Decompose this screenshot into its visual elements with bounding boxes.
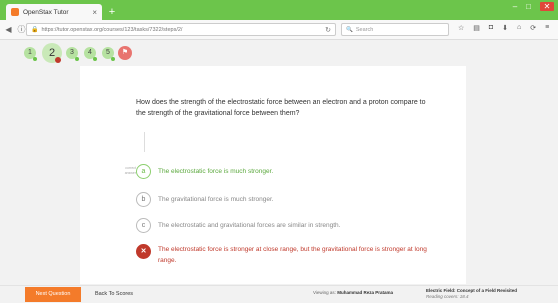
incorrect-x-icon: ✕ (136, 244, 151, 259)
answer-letter-c: c (136, 218, 151, 233)
reading-coverage: Reading covers: 18.4 (426, 294, 469, 299)
step-complete-dot (75, 57, 79, 61)
step-complete-dot (93, 57, 97, 61)
info-icon[interactable]: ⓘ (17, 24, 26, 35)
back-to-scores-button[interactable]: Back To Scores (86, 287, 142, 302)
menu-icon[interactable]: ≡ (545, 24, 549, 32)
step-incorrect-dot (55, 57, 61, 63)
answer-option-c[interactable]: c The electrostatic and gravitational fo… (136, 218, 436, 233)
reload-icon[interactable]: ↻ (325, 26, 331, 34)
close-window-button[interactable]: ✕ (540, 2, 554, 11)
answer-text: The electrostatic force is much stronger… (158, 168, 274, 175)
search-placeholder: Search (355, 26, 374, 33)
browser-tab[interactable]: OpenStax Tutor × (6, 4, 102, 20)
answer-text: The electrostatic and gravitational forc… (158, 222, 341, 229)
answer-text: The electrostatic force is stronger at c… (158, 246, 427, 264)
minimize-button[interactable]: – (513, 2, 517, 11)
back-arrow-icon[interactable]: ◀ (4, 25, 13, 34)
openstax-favicon-icon (11, 8, 19, 16)
address-bar[interactable]: 🔒 https://tutor.openstax.org/courses/123… (26, 23, 336, 36)
browser-toolbar: ◀ ⓘ 🔒 https://tutor.openstax.org/courses… (0, 20, 558, 40)
close-tab-icon[interactable]: × (92, 8, 97, 17)
step-progress-bar: 1 2 3 4 5 ⚑ (0, 40, 558, 65)
download-icon[interactable]: ⬇ (502, 24, 508, 32)
answer-option-b[interactable]: b The gravitational force is much strong… (136, 192, 436, 207)
toolbar-icons: ☆ ▤ ◘ ⬇ ⌂ ⟳ ≡ (458, 24, 549, 32)
step-complete-dot (111, 57, 115, 61)
window-controls: – □ ✕ (513, 2, 554, 11)
answer-option-a[interactable]: a The electrostatic force is much strong… (136, 164, 436, 179)
search-input[interactable]: 🔍 Search (341, 23, 449, 36)
browser-tab-bar: OpenStax Tutor × + – □ ✕ (0, 0, 558, 20)
tab-title: OpenStax Tutor (23, 8, 69, 16)
viewing-name: Muhammad Reza Pratama (337, 290, 393, 295)
correct-answer-label: correct answer (124, 166, 136, 175)
sync-icon[interactable]: ⟳ (530, 24, 536, 32)
task-footer: Next Question Back To Scores Viewing as:… (0, 285, 558, 303)
search-icon: 🔍 (346, 26, 353, 33)
step-complete-dot (33, 57, 37, 61)
answer-text: The gravitational force is much stronger… (158, 196, 274, 203)
topic-info: Electric Field: Concept of a Field Revis… (426, 288, 517, 300)
maximize-button[interactable]: □ (526, 2, 531, 11)
divider (144, 132, 145, 152)
answer-letter-b: b (136, 192, 151, 207)
question-card: How does the strength of the electrostat… (80, 66, 466, 284)
star-icon[interactable]: ☆ (458, 24, 464, 32)
reading-list-icon[interactable]: ▤ (473, 24, 480, 32)
lock-icon: 🔒 (31, 27, 39, 33)
viewing-prefix: Viewing as: (313, 290, 336, 295)
viewing-as: Viewing as: Muhammad Reza Pratama (313, 290, 393, 295)
home-icon[interactable]: ⌂ (517, 24, 521, 32)
answer-option-d[interactable]: ✕ The electrostatic force is stronger at… (136, 244, 436, 266)
question-text: How does the strength of the electrostat… (136, 99, 426, 117)
pocket-icon[interactable]: ◘ (489, 24, 493, 32)
answer-letter-a: a (136, 164, 151, 179)
url-text[interactable]: https://tutor.openstax.org/courses/123/t… (41, 27, 325, 33)
next-question-button[interactable]: Next Question (25, 287, 81, 302)
finish-flag-icon[interactable]: ⚑ (118, 46, 132, 60)
new-tab-button[interactable]: + (106, 6, 118, 18)
